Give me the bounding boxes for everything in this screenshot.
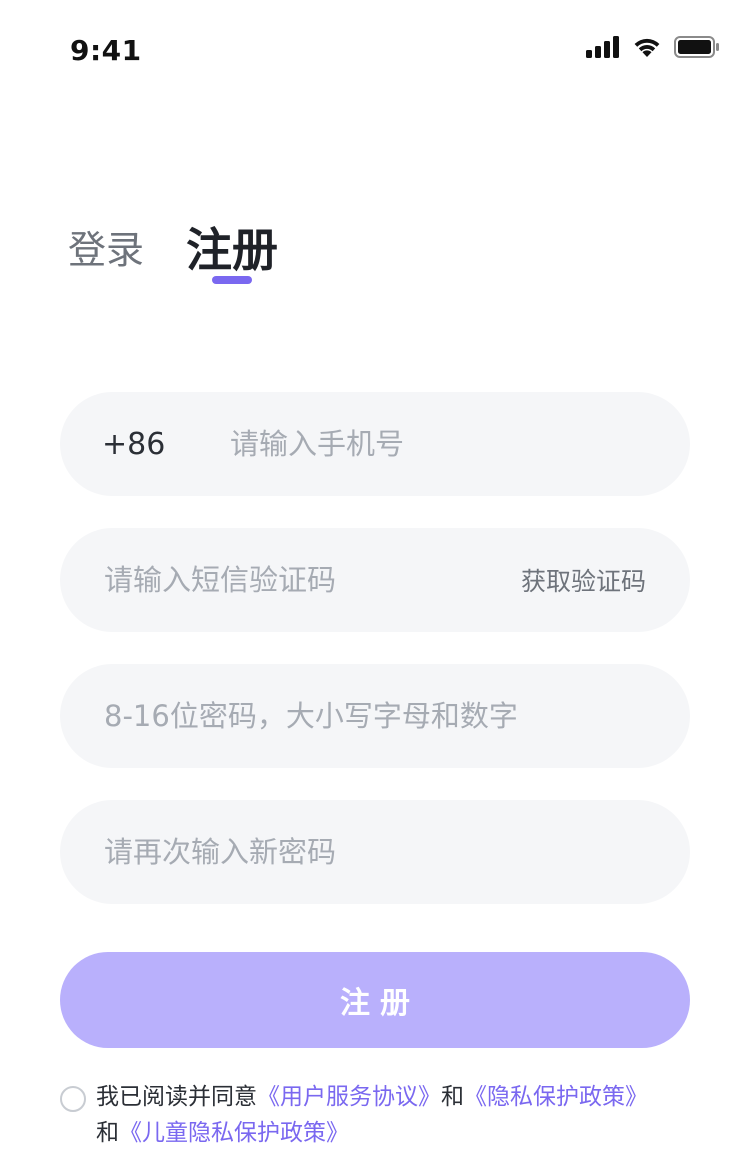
confirm-password-field — [60, 799, 690, 905]
privacy-policy-link[interactable]: 《隐私保护政策》 — [464, 1084, 648, 1110]
active-tab-indicator — [212, 276, 253, 284]
status-icons — [586, 36, 720, 58]
tab-register[interactable]: 注册 — [186, 214, 279, 284]
status-time: 9:41 — [70, 34, 142, 67]
wifi-icon — [632, 36, 662, 58]
tab-login[interactable]: 登录 — [68, 219, 144, 280]
register-button[interactable]: 注册 — [60, 952, 690, 1048]
agreement-and: 和 — [441, 1084, 464, 1110]
sms-code-field: 获取验证码 — [60, 527, 690, 633]
phone-input[interactable] — [228, 391, 646, 497]
cellular-signal-icon — [586, 36, 620, 58]
auth-tabs: 登录 注册 — [68, 214, 279, 284]
agreement-text: 我已阅读并同意《用户服务协议》和《隐私保护政策》 和《儿童隐私保护政策》 — [96, 1079, 716, 1151]
agreement-prefix: 我已阅读并同意 — [96, 1084, 257, 1110]
tab-register-label: 注册 — [186, 223, 279, 277]
agreement-checkbox[interactable] — [60, 1086, 86, 1112]
child-privacy-policy-link[interactable]: 《儿童隐私保护政策》 — [119, 1120, 349, 1146]
agreement-and: 和 — [96, 1120, 119, 1146]
battery-icon — [674, 36, 720, 58]
user-agreement-link[interactable]: 《用户服务协议》 — [257, 1084, 441, 1110]
country-code[interactable]: +86 — [102, 427, 228, 462]
sms-code-input[interactable] — [102, 527, 521, 633]
confirm-password-input[interactable] — [102, 799, 646, 905]
phone-field: +86 — [60, 391, 690, 497]
password-input[interactable] — [102, 663, 646, 769]
get-code-button[interactable]: 获取验证码 — [521, 562, 646, 598]
password-field — [60, 663, 690, 769]
